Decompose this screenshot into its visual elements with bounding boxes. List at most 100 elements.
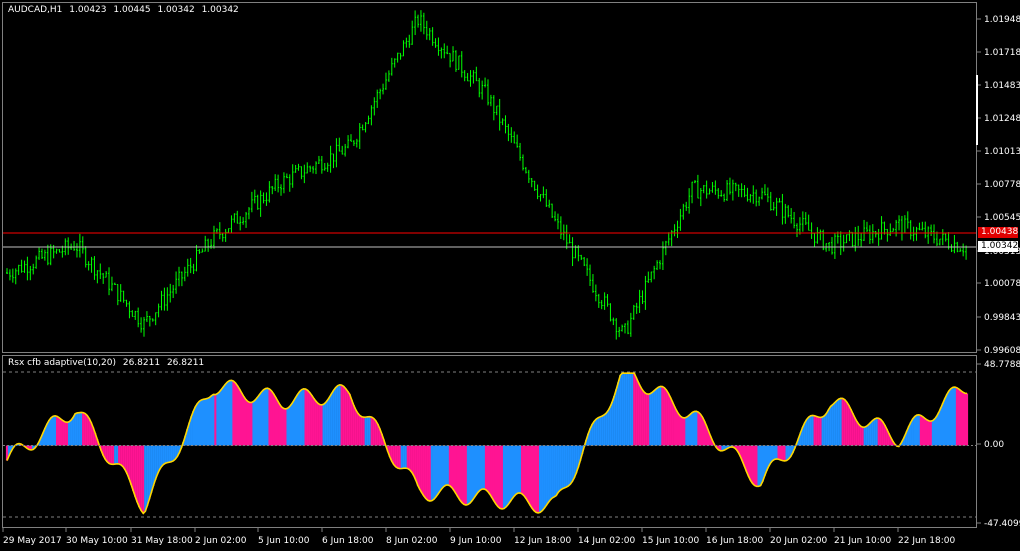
candle <box>740 183 743 198</box>
candle <box>644 275 647 310</box>
candle <box>495 105 498 116</box>
candle <box>583 257 586 267</box>
candle <box>763 184 766 196</box>
candle <box>921 221 924 231</box>
candle <box>510 127 513 143</box>
candle <box>624 323 627 334</box>
candle <box>466 73 469 82</box>
candle <box>347 135 350 149</box>
candle <box>140 317 143 333</box>
candle <box>530 177 533 188</box>
candle <box>108 267 111 296</box>
candle <box>26 256 29 281</box>
candle <box>801 211 804 232</box>
candle <box>475 66 478 82</box>
candle <box>352 140 355 146</box>
candle <box>195 244 198 272</box>
candle <box>830 237 833 255</box>
candle <box>145 311 148 323</box>
candle <box>282 172 285 194</box>
candle <box>166 287 169 311</box>
candle <box>880 216 883 240</box>
candle <box>664 240 667 256</box>
candle <box>87 261 90 271</box>
candle <box>99 263 102 280</box>
candle <box>46 244 49 266</box>
candle <box>338 137 341 152</box>
candle <box>373 97 376 116</box>
candle <box>900 215 903 241</box>
candle <box>294 164 297 173</box>
candle <box>204 235 207 252</box>
candle <box>924 221 927 239</box>
candle <box>621 324 624 332</box>
candle <box>443 43 446 59</box>
candle <box>414 10 417 36</box>
candle <box>463 70 466 82</box>
candle <box>775 197 778 216</box>
candle <box>577 245 580 262</box>
candle <box>160 290 163 311</box>
candle <box>253 189 256 204</box>
candle <box>227 228 230 233</box>
candle <box>379 88 382 100</box>
candle <box>452 46 455 62</box>
candle <box>626 320 629 335</box>
candle <box>813 232 816 248</box>
candle <box>364 122 367 133</box>
candle <box>446 45 449 55</box>
candle <box>29 265 32 281</box>
candle <box>6 268 8 275</box>
time-tick-label: 15 Jun 10:00 <box>642 536 699 546</box>
candle <box>498 98 501 131</box>
candle <box>8 269 11 281</box>
candle <box>857 225 860 246</box>
candle <box>198 249 201 254</box>
candle <box>137 307 140 328</box>
indicator-pane[interactable]: Rsx cfb adaptive(10,20) 26.8211 26.8211 <box>2 355 977 528</box>
candle <box>772 201 775 211</box>
candle <box>102 272 105 284</box>
candle <box>457 55 460 70</box>
candle <box>737 184 740 197</box>
candle <box>93 256 96 280</box>
candle <box>306 162 309 174</box>
candle <box>851 231 854 247</box>
candle <box>177 266 180 287</box>
candle <box>539 194 542 202</box>
candle <box>653 265 656 280</box>
candle <box>180 271 183 287</box>
candle <box>437 37 440 56</box>
candle <box>629 312 632 337</box>
candle <box>484 77 487 88</box>
indicator-histogram <box>3 371 976 518</box>
candle <box>933 224 936 244</box>
candle <box>641 290 644 305</box>
price-chart-pane[interactable]: AUDCAD,H1 1.00423 1.00445 1.00342 1.0034… <box>2 2 977 353</box>
candle <box>422 12 425 35</box>
candle <box>615 318 618 340</box>
candle <box>865 221 868 233</box>
candle <box>612 317 615 326</box>
candle <box>349 134 352 142</box>
candle <box>201 248 204 253</box>
candle <box>787 205 790 218</box>
candle <box>384 72 387 90</box>
candle <box>833 232 836 259</box>
candle <box>589 264 592 287</box>
candle <box>580 254 583 261</box>
candle <box>752 185 755 204</box>
candle <box>895 219 898 237</box>
time-tick-label: 22 Jun 18:00 <box>898 536 955 546</box>
bid-price-tag: 1.00438 <box>978 227 1018 238</box>
candle <box>183 266 186 282</box>
candle <box>262 192 265 204</box>
candle <box>825 243 828 252</box>
time-tick-label: 12 Jun 18:00 <box>514 536 571 546</box>
candle <box>417 14 420 28</box>
candle <box>638 289 641 313</box>
candle <box>265 192 268 206</box>
candle <box>35 255 38 269</box>
candle <box>96 270 99 284</box>
candle <box>685 201 688 211</box>
